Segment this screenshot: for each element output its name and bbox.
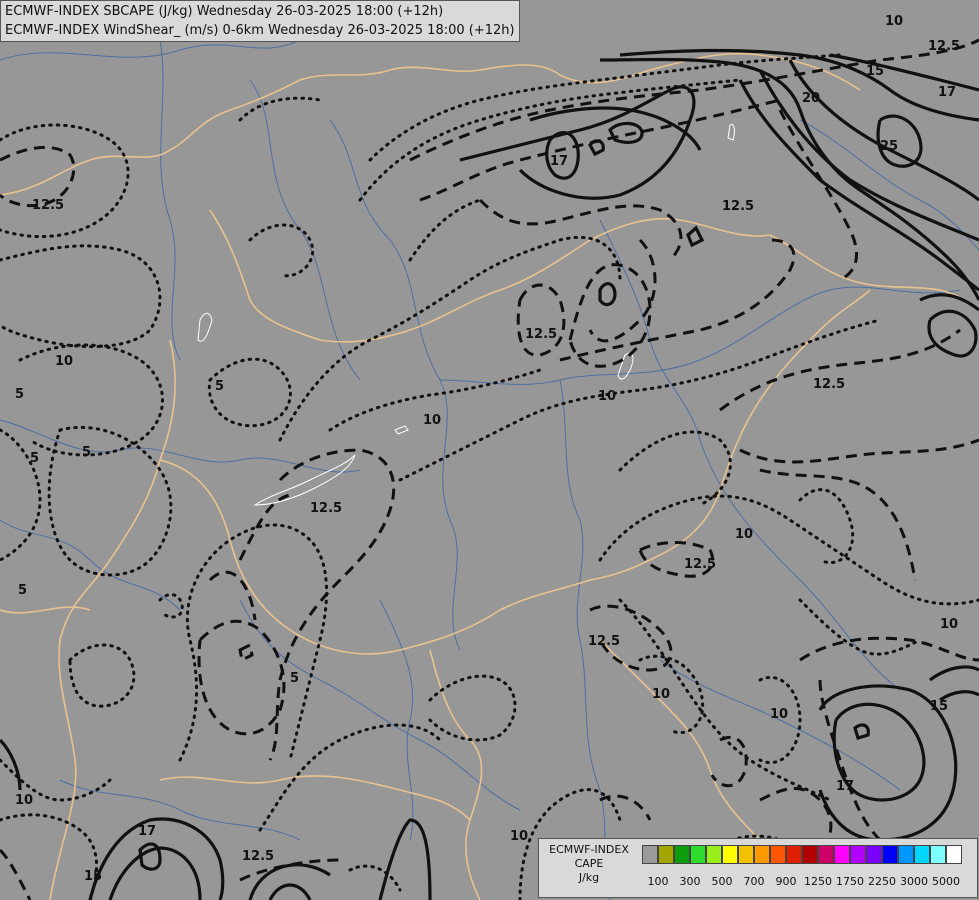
contour-label: 12.5: [722, 199, 754, 214]
legend-swatch: [722, 845, 738, 864]
legend-parameter: CAPE: [574, 857, 604, 870]
contour-label: 12.5: [684, 557, 716, 572]
legend-swatch: [786, 845, 802, 864]
legend-source: ECMWF-INDEX: [549, 843, 629, 856]
windshear-title: ECMWF-INDEX WindShear_ (m/s) 0-6km Wedne…: [5, 23, 515, 38]
contour-label: 12.5: [525, 327, 557, 342]
legend-swatch: [658, 845, 674, 864]
contour-label: 12.5: [242, 849, 274, 864]
legend-swatch: [690, 845, 706, 864]
contour-label: 17: [836, 779, 854, 794]
contour-label: 25: [880, 139, 898, 154]
contour-label: 20: [802, 91, 820, 106]
legend-swatch: [834, 845, 850, 864]
contour-label: 12.5: [310, 501, 342, 516]
legend-tick-label: 500: [711, 875, 733, 888]
legend-swatch: [818, 845, 834, 864]
contour-label: 5: [15, 387, 24, 402]
legend-labels: ECMWF-INDEX CAPE J/kg: [539, 843, 639, 885]
cape-legend: ECMWF-INDEX CAPE J/kg 100 300 500 700 900 125…: [538, 838, 978, 898]
contour-label: 17: [938, 85, 956, 100]
contour-label: 10: [885, 14, 903, 29]
contour-label: 17: [138, 824, 156, 839]
legend-tick-label: 700: [743, 875, 765, 888]
legend-unit: J/kg: [578, 871, 600, 884]
contour-label: 17: [550, 154, 568, 169]
contour-label: 10: [55, 354, 73, 369]
contour-label: 10: [652, 687, 670, 702]
contour-label: 10: [940, 617, 958, 632]
contour-label: 12.5: [813, 377, 845, 392]
contour-label: 10: [15, 793, 33, 808]
legend-swatch: [706, 845, 722, 864]
legend-swatch: [642, 845, 658, 864]
contour-label: 12.5: [588, 634, 620, 649]
contour-label: 15: [866, 64, 884, 79]
legend-swatch: [674, 845, 690, 864]
legend-tick-label: 100: [647, 875, 669, 888]
legend-swatch: [930, 845, 946, 864]
legend-tick-label: 2250: [868, 875, 896, 888]
contour-label: 15: [84, 869, 102, 884]
contour-label: 5: [215, 379, 224, 394]
legend-swatch: [866, 845, 882, 864]
legend-tick-label: 900: [775, 875, 797, 888]
legend-tick-label: 300: [679, 875, 701, 888]
contour-label: 15: [930, 699, 948, 714]
legend-swatch: [754, 845, 770, 864]
contour-label: 12.5: [32, 198, 64, 213]
legend-tick-label: 3000: [900, 875, 928, 888]
contour-label: 5: [18, 583, 27, 598]
contour-label: 5: [30, 451, 39, 466]
legend-swatch: [738, 845, 754, 864]
legend-swatch: [898, 845, 914, 864]
contour-label: 5: [290, 671, 299, 686]
legend-color-scale: [642, 845, 962, 864]
map-title-box: ECMWF-INDEX SBCAPE (J/kg) Wednesday 26-0…: [0, 0, 520, 42]
legend-swatch: [914, 845, 930, 864]
contour-label: 10: [735, 527, 753, 542]
contour-label: 10: [423, 413, 441, 428]
contour-label: 10: [598, 389, 616, 404]
legend-swatch: [946, 845, 962, 864]
legend-tick-label: 1750: [836, 875, 864, 888]
legend-swatch: [770, 845, 786, 864]
legend-ticks: 100 300 500 700 900 1250 1750 2250 3000 5000: [642, 875, 972, 891]
contour-label: 5: [82, 445, 91, 460]
legend-tick-label: 1250: [804, 875, 832, 888]
wind-shear-map: 10 12.5 15 17 20 25 17 12.5 12.5 12.5 10…: [0, 0, 979, 900]
legend-swatch: [850, 845, 866, 864]
legend-tick-label: 5000: [932, 875, 960, 888]
legend-swatch: [882, 845, 898, 864]
contour-label: 10: [510, 829, 528, 844]
sbcape-title: ECMWF-INDEX SBCAPE (J/kg) Wednesday 26-0…: [5, 4, 444, 19]
contour-label: 12.5: [928, 39, 960, 54]
legend-swatch: [802, 845, 818, 864]
contour-label: 10: [770, 707, 788, 722]
